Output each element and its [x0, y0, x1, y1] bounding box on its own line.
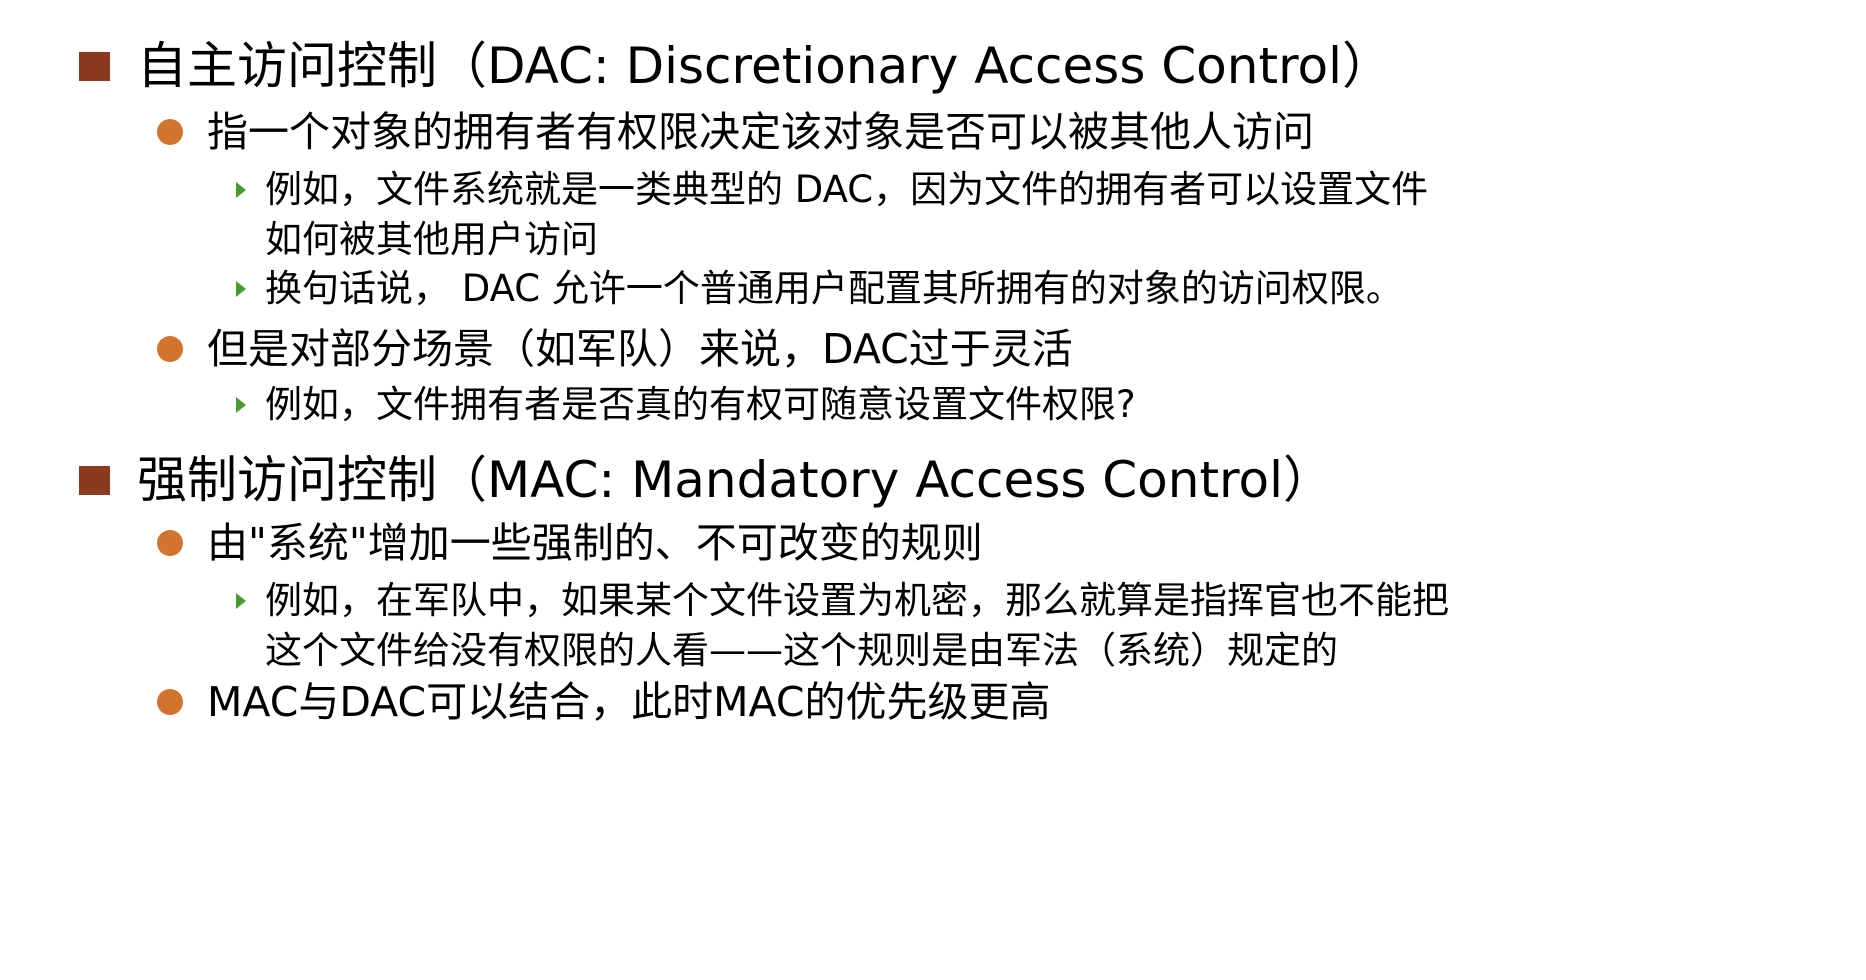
subpoint-mac-example: 例如，在军队中，如果某个文件设置为机密，那么就算是指挥官也不能把这个文件给没有权… — [265, 579, 1449, 672]
point-dac-too-flexible: 但是对部分场景（如军队）来说，DAC过于灵活 — [207, 325, 1073, 373]
subpoint-dac-question: 例如，文件拥有者是否真的有权可随意设置文件权限? — [265, 383, 1136, 426]
slide: 自主访问控制（DAC: Discretionary Access Control… — [0, 0, 1866, 980]
triangle-bullet-icon — [236, 281, 246, 297]
circle-bullet-icon — [157, 119, 183, 145]
subpoint-dac-example: 例如，文件系统就是一类典型的 DAC，因为文件的拥有者可以设置文件如何被其他用户… — [265, 168, 1429, 261]
section-heading-dac: 自主访问控制（DAC: Discretionary Access Control… — [137, 37, 1393, 95]
triangle-bullet-icon — [236, 593, 246, 609]
subpoint-dac-in-other-words: 换句话说， DAC 允许一个普通用户配置其所拥有的对象的访问权限。 — [265, 267, 1403, 310]
circle-bullet-icon — [157, 530, 183, 556]
square-bullet-icon — [79, 52, 110, 81]
circle-bullet-icon — [157, 689, 183, 715]
square-bullet-icon — [79, 466, 110, 495]
triangle-bullet-icon — [236, 182, 246, 198]
point-dac-definition: 指一个对象的拥有者有权限决定该对象是否可以被其他人访问 — [207, 108, 1314, 156]
circle-bullet-icon — [157, 336, 183, 362]
point-mac-dac-combined: MAC与DAC可以结合，此时MAC的优先级更高 — [207, 678, 1051, 726]
section-heading-mac: 强制访问控制（MAC: Mandatory Access Control） — [137, 451, 1333, 509]
triangle-bullet-icon — [236, 397, 246, 413]
point-mac-rules: 由"系统"增加一些强制的、不可改变的规则 — [207, 519, 983, 567]
